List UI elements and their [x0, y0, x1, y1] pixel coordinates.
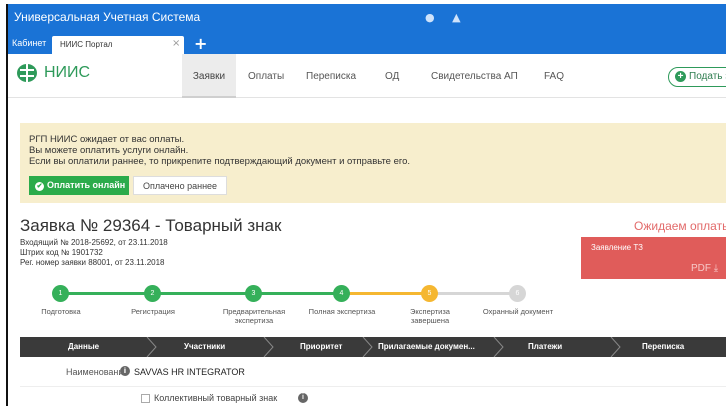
document-name: Заявление ТЗ — [591, 243, 643, 252]
pay-online-button[interactable]: ✔ Оплатить онлайн — [29, 176, 129, 195]
tab-separator — [610, 337, 621, 357]
page-title: Заявка № 29364 - Товарный знак — [20, 216, 282, 235]
barcode-number: Штрих код № 1901732 — [20, 248, 103, 257]
nav-correspondence[interactable]: Переписка — [306, 71, 356, 82]
section-tab-5[interactable]: Переписка — [642, 342, 684, 351]
progress-stepper: 1 Подготовка 2 Регистрация 3 Предварительная … — [8, 284, 726, 334]
step-circle-5: 5 — [421, 285, 438, 302]
step-connector — [341, 292, 429, 295]
nav-faq[interactable]: FAQ — [544, 71, 564, 82]
tab-separator — [362, 337, 373, 357]
status-badge: Ожидаем оплаты — [634, 219, 726, 233]
step-label-4: Полная экспертиза — [308, 307, 376, 316]
step-circle-2: 2 — [144, 285, 161, 302]
nav-certificates[interactable]: Свидетельства АП — [431, 71, 518, 82]
tab-cabinet[interactable]: Кабинет — [12, 38, 46, 48]
logo-text[interactable]: НИИС — [44, 64, 90, 82]
payment-notice: РГП НИИС ожидает от вас оплаты. Вы может… — [20, 123, 726, 203]
section-tabs: Данные Участники Приоритет Прилагаемые доку… — [20, 337, 726, 357]
bell-icon[interactable]: ▲ — [452, 11, 460, 24]
document-card: Заявление ТЗ PDF ⤓ — [581, 237, 726, 279]
step-circle-6: 6 — [509, 285, 526, 302]
section-tab-1[interactable]: Участники — [184, 342, 225, 351]
tab-separator — [263, 337, 274, 357]
nav-applications[interactable]: Заявки — [182, 54, 236, 98]
window-title: Универсальная Учетная Система — [14, 10, 201, 24]
info-icon[interactable]: ● — [425, 11, 435, 24]
section-tab-0[interactable]: Данные — [68, 342, 99, 351]
step-connector — [152, 292, 253, 295]
app-header: НИИС Заявки Оплаты Переписка ОД Свидетел… — [8, 54, 726, 98]
pdf-download-link[interactable]: PDF ⤓ — [691, 263, 718, 274]
new-tab-button[interactable]: + — [194, 34, 207, 53]
logo-icon — [17, 64, 37, 82]
submit-label: Подать за — [689, 71, 726, 82]
browser-window: Универсальная Учетная Система ● ▲ Кабине… — [6, 4, 726, 406]
tab-separator — [493, 337, 504, 357]
plus-icon: + — [675, 71, 686, 82]
incoming-number: Входящий № 2018-25692, от 23.11.2018 — [20, 238, 168, 247]
pay-online-label: Оплатить онлайн — [47, 180, 126, 190]
tab-niis-portal[interactable]: НИИС Портал × — [52, 36, 184, 54]
step-circle-1: 1 — [52, 285, 69, 302]
check-icon: ✔ — [35, 182, 44, 191]
tab-strip: Кабинет НИИС Портал × + — [8, 34, 726, 54]
step-label-6: Охранный документ — [482, 307, 554, 316]
section-tab-2[interactable]: Приоритет — [300, 342, 342, 351]
step-label-5: Экспертиза завершена — [410, 307, 450, 325]
collective-mark-field: Коллективный товарный знак i — [141, 393, 308, 404]
tab-separator — [146, 337, 157, 357]
info-icon[interactable]: i — [298, 393, 308, 403]
name-label: Наименование — [66, 367, 129, 377]
section-tab-4[interactable]: Платежи — [528, 342, 562, 351]
collective-mark-label: Коллективный товарный знак — [154, 393, 278, 403]
step-circle-4: 4 — [333, 285, 350, 302]
nav-od[interactable]: ОД — [385, 71, 399, 82]
section-tab-3[interactable]: Прилагаемые докумен... — [378, 342, 475, 351]
step-connector — [60, 292, 152, 295]
step-label-1: Подготовка — [41, 307, 81, 316]
notice-line-1: РГП НИИС ожидает от вас оплаты. — [29, 134, 185, 145]
collective-mark-checkbox[interactable] — [141, 394, 150, 404]
info-icon[interactable]: i — [120, 366, 130, 376]
window-titlebar: Универсальная Учетная Система ● ▲ — [8, 4, 726, 34]
registration-number: Рег. номер заявки 88001, от 23.11.2018 — [20, 258, 165, 267]
close-icon[interactable]: × — [172, 38, 180, 49]
step-connector — [253, 292, 341, 295]
name-value: SAVVAS HR INTEGRATOR — [134, 367, 245, 377]
step-label-3: Предварительная экспертиза — [222, 307, 286, 325]
tab-label: НИИС Портал — [60, 40, 113, 49]
paid-earlier-button[interactable]: Оплачено раннее — [133, 176, 227, 195]
titlebar-icons: ● ▲ — [425, 11, 475, 24]
notice-line-3: Если вы оплатили раннее, то прикрепите п… — [29, 156, 411, 167]
step-label-2: Регистрация — [131, 307, 175, 316]
name-field-row: Наименование i SAVVAS HR INTEGRATOR — [20, 357, 726, 387]
nav-payments[interactable]: Оплаты — [248, 71, 284, 82]
step-circle-3: 3 — [245, 285, 262, 302]
notice-line-2: Вы можете оплатить услуги онлайн. — [29, 145, 189, 156]
step-connector — [429, 292, 517, 295]
submit-application-button[interactable]: +Подать за — [668, 67, 726, 87]
